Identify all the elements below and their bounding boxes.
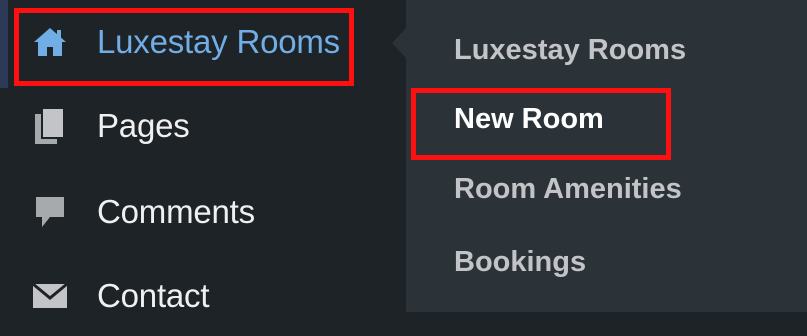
mail-icon bbox=[30, 276, 70, 316]
pages-icon bbox=[30, 106, 70, 146]
sidebar-item-pages[interactable]: Pages bbox=[0, 86, 406, 166]
submenu-item-bookings[interactable]: Bookings bbox=[454, 246, 586, 279]
sidebar-item-label: Comments bbox=[97, 193, 255, 230]
submenu-pointer bbox=[392, 28, 406, 58]
sidebar-item-comments[interactable]: Comments bbox=[0, 172, 406, 252]
sidebar-item-luxestay-rooms[interactable]: Luxestay Rooms bbox=[0, 2, 406, 82]
submenu-item-luxestay-rooms[interactable]: Luxestay Rooms bbox=[454, 34, 686, 67]
sidebar-item-contact[interactable]: Contact bbox=[0, 256, 406, 336]
submenu-item-room-amenities[interactable]: Room Amenities bbox=[454, 173, 682, 206]
sidebar-item-label: Luxestay Rooms bbox=[97, 23, 340, 60]
comment-icon bbox=[30, 192, 70, 232]
home-icon bbox=[30, 22, 70, 62]
sidebar-item-label: Pages bbox=[97, 107, 190, 144]
sidebar-item-label: Contact bbox=[97, 277, 210, 314]
submenu-item-new-room[interactable]: New Room bbox=[454, 103, 604, 136]
admin-sidebar: Luxestay Rooms Pages Comments Contact bbox=[0, 0, 406, 314]
